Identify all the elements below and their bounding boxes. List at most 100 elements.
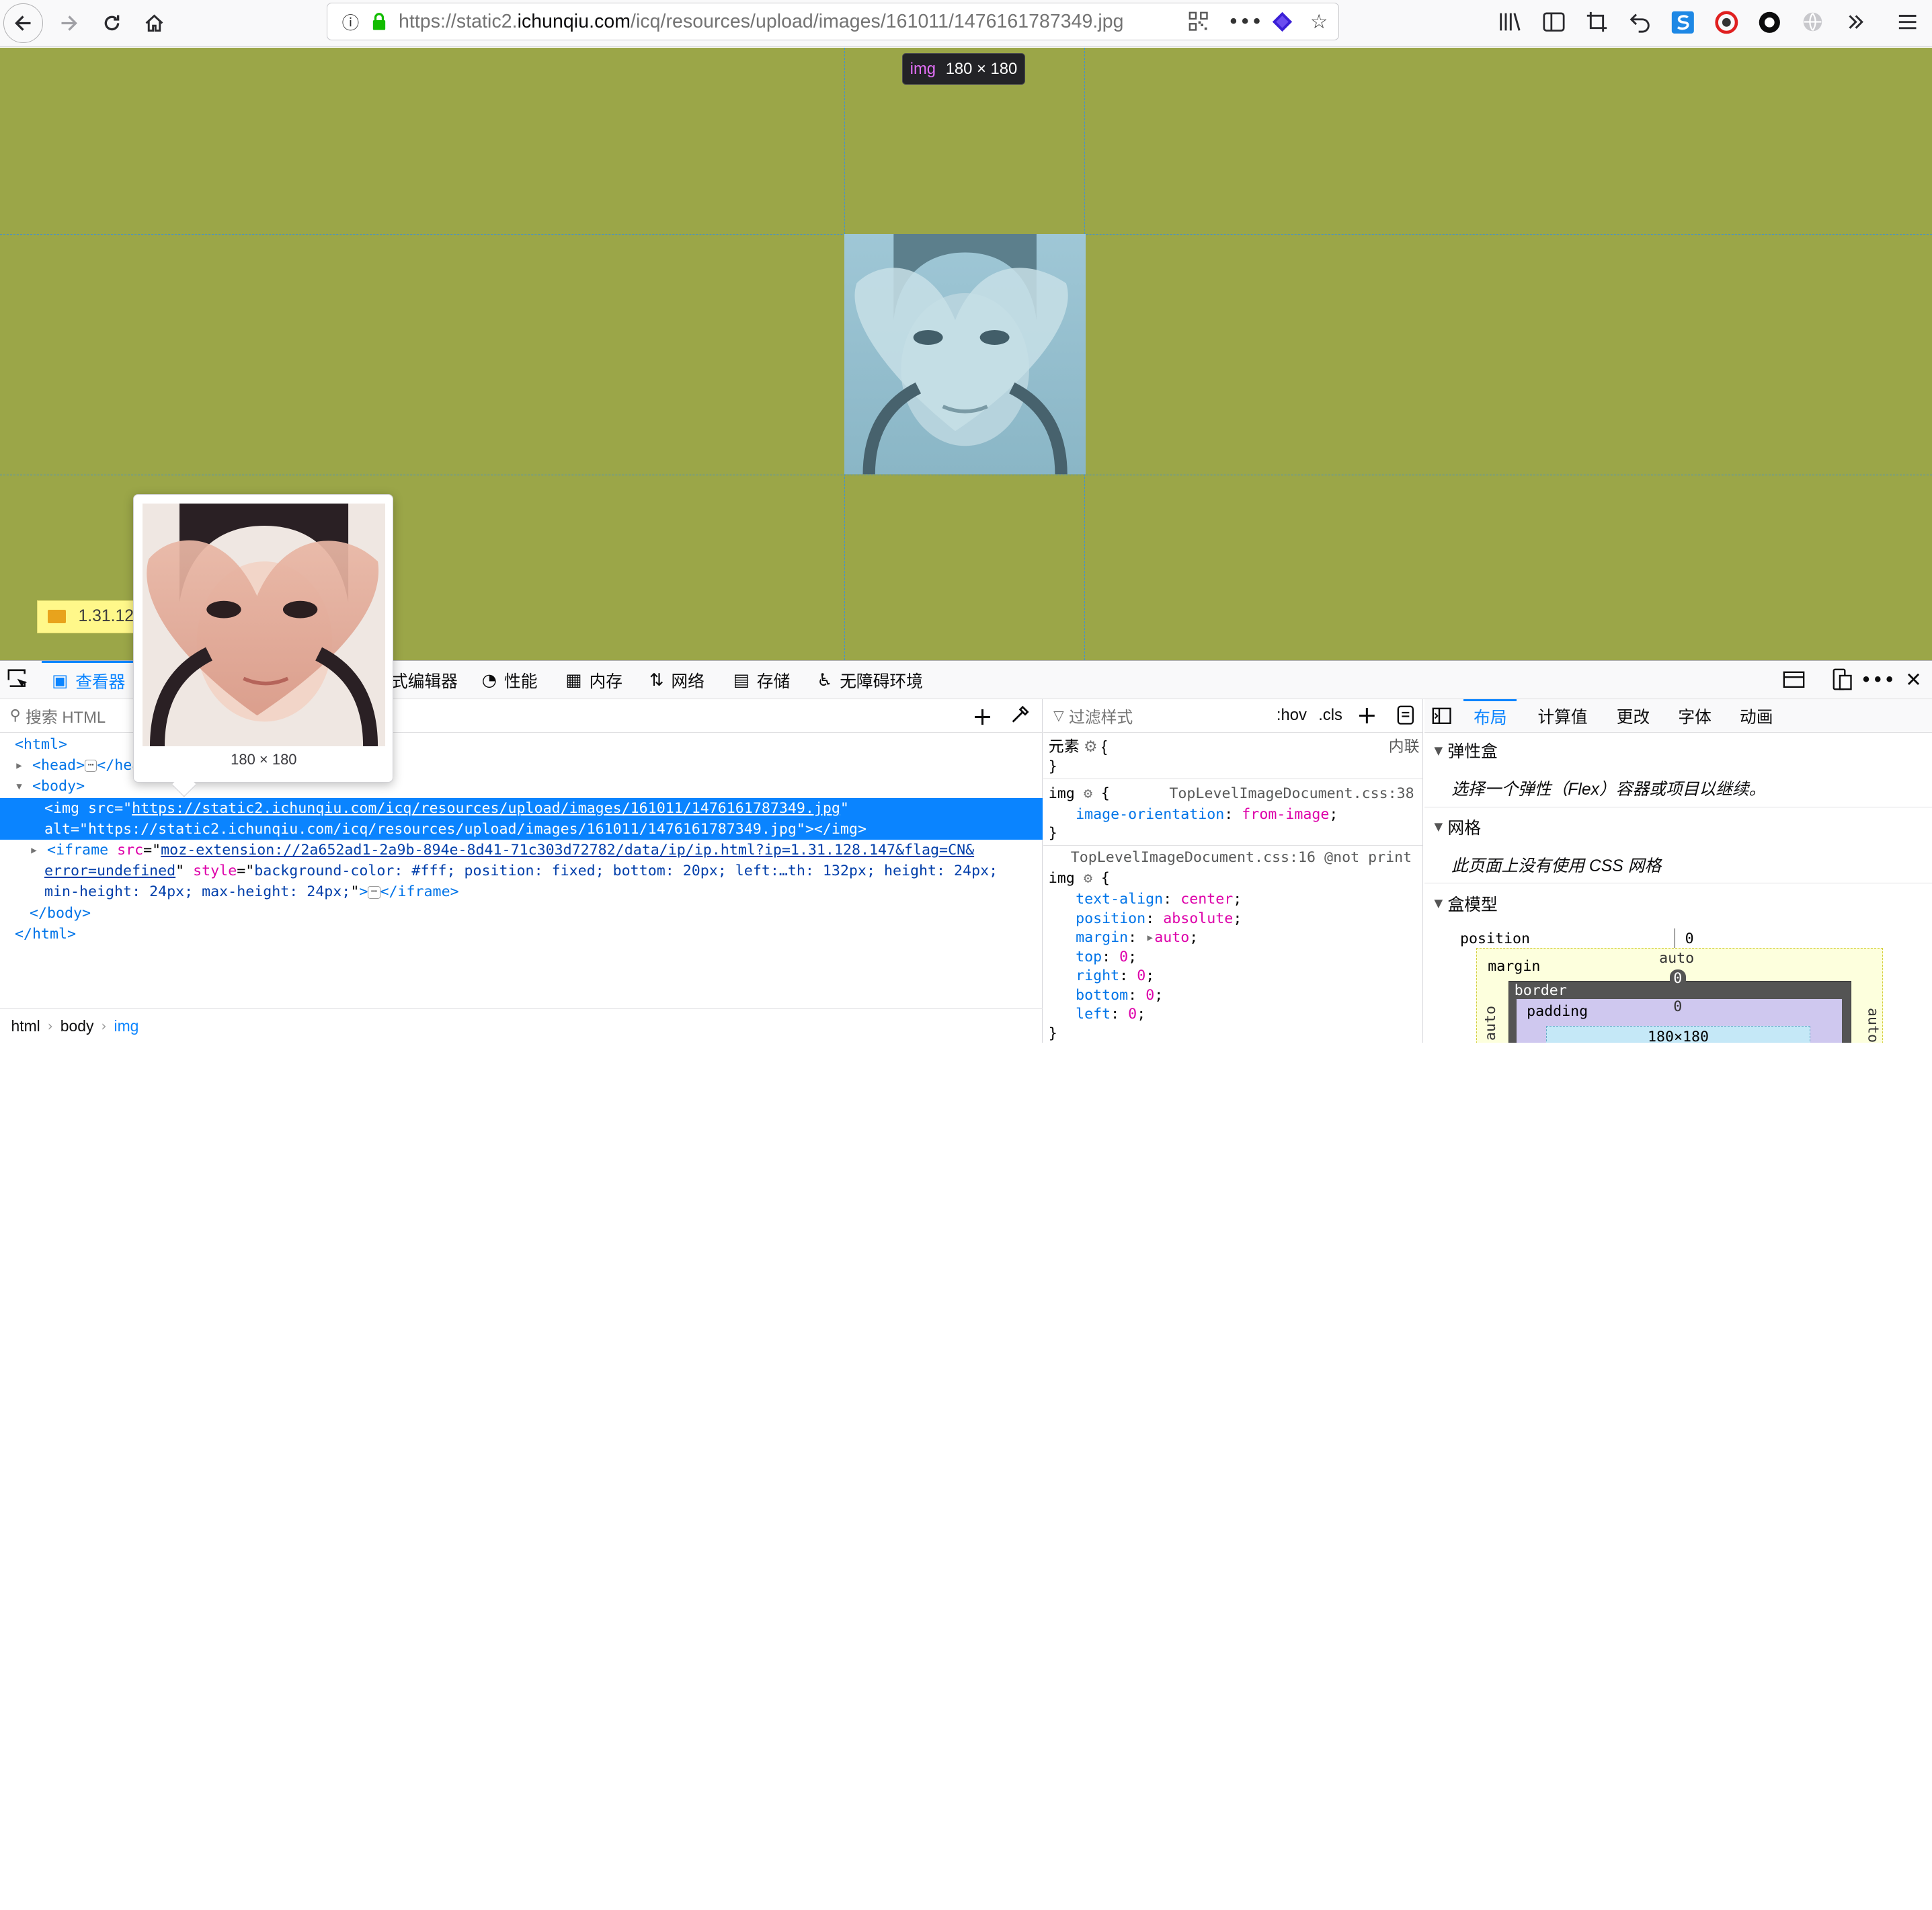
responsive-icon[interactable] <box>1830 668 1855 692</box>
box-model-diagram: position 0 margin auto auto auto border … <box>1424 928 1932 1043</box>
breadcrumb-body[interactable]: body <box>61 1017 94 1035</box>
search-icon: ⚲ <box>9 707 21 724</box>
gauge-icon: ◔ <box>481 670 497 690</box>
margin-box: margin auto auto auto border 0 padding 0… <box>1476 948 1883 1043</box>
lock-icon[interactable] <box>366 13 391 30</box>
grid-section-header[interactable]: ▼ 网格 <box>1424 810 1932 843</box>
tab-computed[interactable]: 计算值 <box>1537 699 1587 732</box>
markup-line-iframe[interactable]: ▸ <iframe src="moz-extension://2a652ad1-… <box>30 840 998 902</box>
inspector-icon: ▣ <box>51 671 69 692</box>
sidebar-icon[interactable] <box>1539 7 1568 37</box>
storage-icon: ▤ <box>733 670 750 690</box>
content-box: 180×180 <box>1546 1026 1810 1043</box>
rule1-declaration[interactable]: image-orientation: from-image; <box>1076 804 1338 825</box>
pocket-icon[interactable] <box>1269 8 1295 35</box>
library-icon[interactable] <box>1496 7 1525 37</box>
rule-divider <box>1043 844 1422 846</box>
padding-top-value[interactable]: 0 <box>1673 996 1682 1017</box>
tab-animations[interactable]: 动画 <box>1740 699 1773 732</box>
rules-panel: ▽ 过滤样式 :hov .cls + 元素 ⚙ { 内联 } img ⚙ { T… <box>1043 699 1423 1043</box>
crop-icon[interactable] <box>1582 7 1611 37</box>
eyedropper-icon[interactable] <box>1010 705 1030 729</box>
markup-line-body[interactable]: ▾ <body> <box>15 776 85 797</box>
devtools-more-icon[interactable]: ••• <box>1860 668 1895 692</box>
add-node-icon[interactable]: + <box>972 702 993 731</box>
markup-line-img-selected[interactable]: <img src="https://static2.ichunqiu.com/i… <box>0 797 1043 840</box>
position-value[interactable]: 0 <box>1674 928 1694 950</box>
extension-globe-icon[interactable] <box>1798 7 1827 37</box>
qr-code-icon[interactable] <box>1184 8 1211 35</box>
boxmodel-section-header[interactable]: ▼ 盒模型 <box>1424 887 1932 920</box>
breadcrumb-img[interactable]: img <box>114 1017 139 1035</box>
rule1-source-link[interactable]: TopLevelImageDocument.css:38 <box>1169 783 1414 804</box>
tab-accessibility-label: 无障碍环境 <box>840 672 923 691</box>
rule2-declaration[interactable]: top: 0; <box>1076 947 1137 967</box>
rule1-selector: img ⚙ { <box>1048 785 1110 802</box>
page-image[interactable] <box>844 234 1086 475</box>
filter-styles-input[interactable]: ▽ 过滤样式 :hov .cls + <box>1043 699 1422 733</box>
back-arrow-icon[interactable] <box>3 3 44 44</box>
infobar-size: 180 × 180 <box>945 59 1018 78</box>
element-picker-icon[interactable] <box>7 661 30 699</box>
close-icon[interactable]: ✕ <box>1901 668 1926 692</box>
dock-icon[interactable] <box>1781 668 1806 692</box>
rule2-declaration[interactable]: text-align: center; <box>1076 889 1242 910</box>
tab-fonts[interactable]: 字体 <box>1678 699 1711 732</box>
home-icon[interactable] <box>134 3 174 43</box>
tab-memory[interactable]: ▦ 内存 <box>565 661 622 699</box>
rule2-declaration[interactable]: margin: ▸auto; <box>1076 927 1198 948</box>
reload-icon[interactable] <box>92 3 132 43</box>
undo-icon[interactable] <box>1625 7 1655 37</box>
markup-line-html-close[interactable]: </html> <box>15 924 76 945</box>
add-rule-icon[interactable]: + <box>1357 701 1377 729</box>
rule2-selector: img ⚙ { <box>1048 870 1110 887</box>
tab-layout[interactable]: 布局 <box>1463 699 1517 732</box>
info-icon[interactable]: ⓘ <box>335 9 367 34</box>
search-placeholder: 搜索 HTML <box>26 708 106 727</box>
extension-red-icon[interactable] <box>1712 7 1741 37</box>
sidebar-toggle-icon[interactable] <box>1432 699 1451 732</box>
hov-button[interactable]: :hov <box>1277 706 1307 725</box>
rule-brace: } <box>1048 758 1057 775</box>
flexbox-section-header[interactable]: ▼ 弹性盒 <box>1424 734 1932 767</box>
margin-right-value[interactable]: auto <box>1862 1008 1883 1042</box>
rule2-declaration[interactable]: bottom: 0; <box>1076 985 1163 1006</box>
content-size[interactable]: 180×180 <box>1648 1029 1709 1043</box>
element-rule-label: 元素 ⚙ { <box>1048 738 1107 756</box>
rule2-declaration[interactable]: left: 0; <box>1076 1004 1145 1025</box>
gear-icon: ⚙ <box>1083 738 1098 756</box>
cls-button[interactable]: .cls <box>1318 706 1342 725</box>
hamburger-menu-icon[interactable] <box>1892 7 1922 37</box>
extension-circle-icon[interactable] <box>1755 7 1784 37</box>
rule2-source-link[interactable]: TopLevelImageDocument.css:16 @not print <box>1071 847 1412 868</box>
margin-top-value[interactable]: auto <box>1659 948 1694 969</box>
border-label: border <box>1514 982 1567 1000</box>
tab-network[interactable]: ⇅ 网络 <box>649 661 705 699</box>
margin-left-value[interactable]: auto <box>1480 1006 1501 1041</box>
position-label: position <box>1459 930 1531 948</box>
arrows-updown-icon: ⇅ <box>649 670 664 690</box>
extension-s-icon[interactable] <box>1668 7 1698 37</box>
tab-inspector-label: 查看器 <box>75 674 126 692</box>
url-bar[interactable]: ⓘ https://static2.ichunqiu.com/icq/resou… <box>326 2 1340 41</box>
rule2-declaration[interactable]: position: absolute; <box>1076 908 1242 929</box>
tab-performance[interactable]: ◔ 性能 <box>482 661 538 699</box>
tab-accessibility[interactable]: ♿ 无障碍环境 <box>817 661 923 699</box>
tab-inspector[interactable]: ▣ 查看器 <box>42 661 136 699</box>
tab-storage[interactable]: ▤ 存储 <box>733 661 791 699</box>
markup-line-html[interactable]: <html> <box>15 734 67 755</box>
breadcrumb: html › body › img <box>0 1008 1043 1042</box>
chevrons-right-icon[interactable] <box>1841 7 1870 37</box>
forward-arrow-icon[interactable] <box>49 3 89 43</box>
breadcrumb-html[interactable]: html <box>11 1017 40 1035</box>
more-icon[interactable]: ••• <box>1227 8 1262 35</box>
rule-brace: } <box>1048 824 1057 842</box>
print-icon[interactable] <box>1397 705 1414 729</box>
url-text: https://static2.ichunqiu.com/icq/resourc… <box>398 10 1124 32</box>
star-icon[interactable]: ☆ <box>1305 8 1332 35</box>
tab-changes[interactable]: 更改 <box>1617 699 1650 732</box>
sidebar-tabbar: 布局 计算值 更改 字体 动画 <box>1424 699 1932 733</box>
markup-line-body-close[interactable]: </body> <box>30 903 91 924</box>
rule2-declaration[interactable]: right: 0; <box>1076 965 1154 986</box>
border-top-value[interactable]: 0 <box>1669 969 1686 988</box>
